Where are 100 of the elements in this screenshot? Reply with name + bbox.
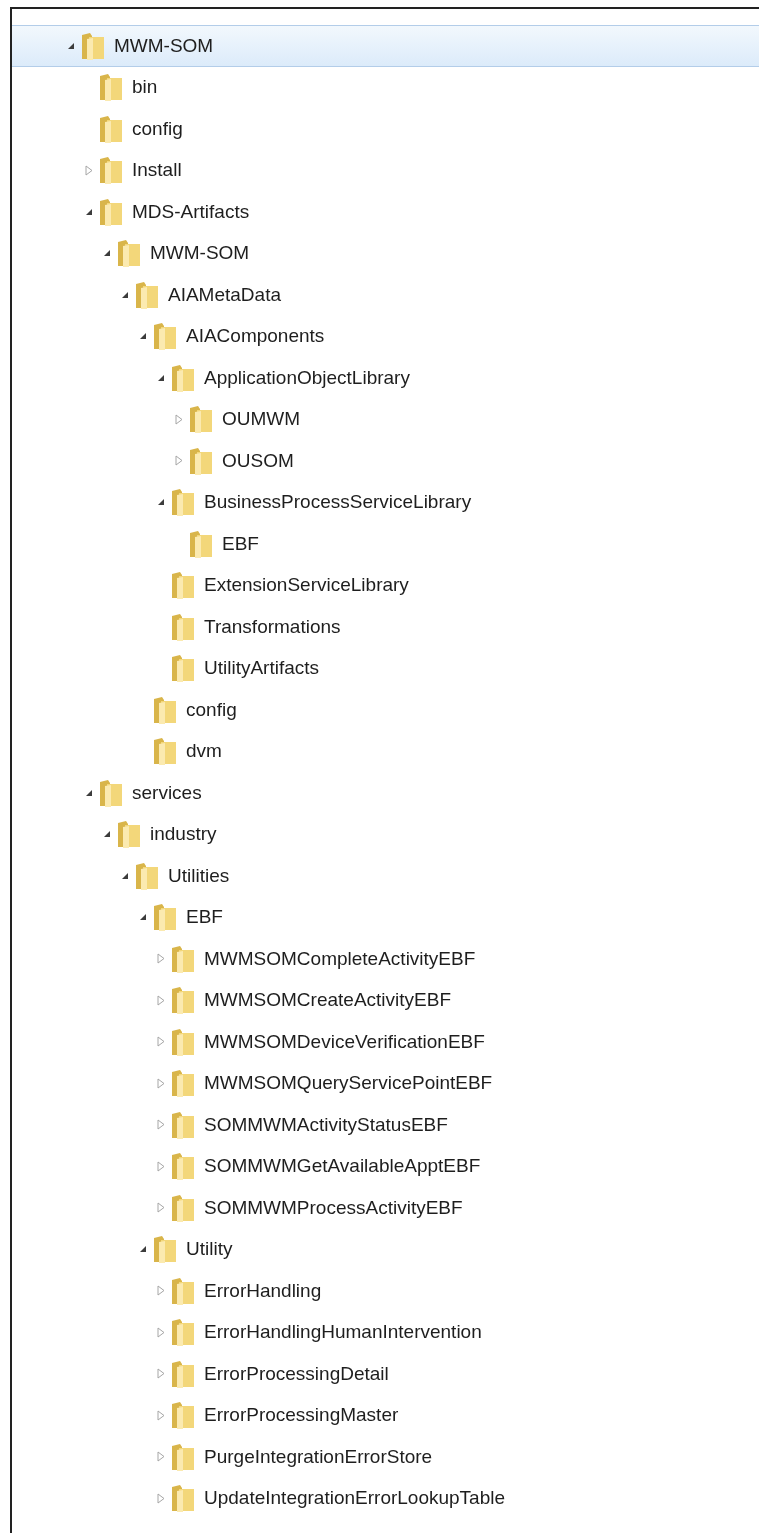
expanded-arrow-icon[interactable] [103, 249, 111, 258]
folder-icon [152, 736, 178, 767]
tree-item[interactable]: Install [12, 149, 759, 191]
folder-icon [170, 943, 196, 974]
tree-item[interactable]: Utility [12, 1228, 759, 1270]
folder-icon [170, 362, 196, 393]
tree-item[interactable]: AIAComponents [12, 315, 759, 357]
tree-item[interactable]: Utilities [12, 855, 759, 897]
folder-icon [188, 528, 214, 559]
collapsed-arrow-icon[interactable] [157, 1119, 165, 1131]
folder-icon [170, 1275, 196, 1306]
tree-item[interactable]: ErrorProcessingDetail [12, 1353, 759, 1395]
tree-item[interactable]: AIAMetaData [12, 274, 759, 316]
folder-icon [170, 653, 196, 684]
tree-item[interactable]: ErrorHandling [12, 1270, 759, 1312]
folder-icon [152, 1234, 178, 1265]
collapsed-arrow-icon[interactable] [157, 1409, 165, 1421]
folder-icon [170, 1151, 196, 1182]
tree-item[interactable]: OUMWM [12, 398, 759, 440]
collapsed-arrow-icon[interactable] [175, 413, 183, 425]
tree-item[interactable]: OUSOM [12, 440, 759, 482]
expanded-arrow-icon[interactable] [121, 290, 129, 299]
collapsed-arrow-icon[interactable] [157, 1285, 165, 1297]
folder-icon [170, 1358, 196, 1389]
expanded-arrow-icon[interactable] [67, 41, 75, 50]
tree-item[interactable]: bin [12, 66, 759, 108]
tree-item[interactable]: MWMSOMCompleteActivityEBF [12, 938, 759, 980]
tree-item[interactable]: MWMSOMCreateActivityEBF [12, 979, 759, 1021]
folder-icon [134, 860, 160, 891]
tree-item[interactable]: MWMSOMDeviceVerificationEBF [12, 1021, 759, 1063]
collapsed-arrow-icon[interactable] [157, 1492, 165, 1504]
expanded-arrow-icon[interactable] [85, 207, 93, 216]
folder-icon [170, 1192, 196, 1223]
folder-icon [98, 113, 124, 144]
tree-item[interactable]: dvm [12, 730, 759, 772]
tree-item[interactable]: MWM-SOM [12, 25, 759, 67]
tree-item[interactable]: SOMMWMProcessActivityEBF [12, 1187, 759, 1229]
tree-item[interactable]: ErrorProcessingMaster [12, 1394, 759, 1436]
folder-icon [170, 985, 196, 1016]
collapsed-arrow-icon[interactable] [157, 1451, 165, 1463]
folder-icon [134, 279, 160, 310]
expanded-arrow-icon[interactable] [139, 332, 147, 341]
folder-icon [98, 72, 124, 103]
folder-icon [170, 487, 196, 518]
folder-icon [170, 611, 196, 642]
expanded-arrow-icon[interactable] [85, 788, 93, 797]
tree-item[interactable]: SOMMWMGetAvailableApptEBF [12, 1145, 759, 1187]
folder-icon [170, 1441, 196, 1472]
expanded-arrow-icon[interactable] [103, 830, 111, 839]
collapsed-arrow-icon[interactable] [157, 1368, 165, 1380]
tree-item[interactable]: EBF [12, 896, 759, 938]
tree-item[interactable]: UpdateIntegrationErrorLookupTable [12, 1477, 759, 1519]
tree-item[interactable]: ErrorHandlingHumanIntervention [12, 1311, 759, 1353]
tree-item[interactable]: SOMMWMActivityStatusEBF [12, 1104, 759, 1146]
collapsed-arrow-icon[interactable] [85, 164, 93, 176]
expanded-arrow-icon[interactable] [139, 913, 147, 922]
folder-icon [170, 1317, 196, 1348]
collapsed-arrow-icon[interactable] [157, 1326, 165, 1338]
tree-item[interactable]: EBF [12, 523, 759, 565]
folder-icon [188, 445, 214, 476]
tree-item[interactable]: PurgeIntegrationErrorStore [12, 1436, 759, 1478]
collapsed-arrow-icon[interactable] [157, 1077, 165, 1089]
expanded-arrow-icon[interactable] [139, 1245, 147, 1254]
folder-icon [170, 1483, 196, 1514]
tree-item[interactable]: MWM-SOM [12, 232, 759, 274]
tree-item[interactable]: ApplicationObjectLibrary [12, 357, 759, 399]
folder-icon [98, 155, 124, 186]
folder-icon [152, 321, 178, 352]
folder-icon [170, 1068, 196, 1099]
folder-icon [170, 1026, 196, 1057]
folder-icon [152, 694, 178, 725]
expanded-arrow-icon[interactable] [121, 871, 129, 880]
collapsed-arrow-icon[interactable] [175, 455, 183, 467]
expanded-arrow-icon[interactable] [157, 498, 165, 507]
tree-item[interactable]: BusinessProcessServiceLibrary [12, 481, 759, 523]
tree-item[interactable]: industry [12, 813, 759, 855]
folder-icon [116, 238, 142, 269]
folder-icon [98, 777, 124, 808]
collapsed-arrow-icon[interactable] [157, 994, 165, 1006]
tree-item[interactable]: config [12, 108, 759, 150]
tree-item[interactable]: MWMSOMQueryServicePointEBF [12, 1062, 759, 1104]
collapsed-arrow-icon[interactable] [157, 953, 165, 965]
collapsed-arrow-icon[interactable] [157, 1160, 165, 1172]
tree-item[interactable]: UtilityArtifacts [12, 647, 759, 689]
tree-item[interactable]: Transformations [12, 606, 759, 648]
folder-icon [170, 1400, 196, 1431]
folder-icon [170, 570, 196, 601]
folder-icon [152, 902, 178, 933]
tree-item[interactable]: ExtensionServiceLibrary [12, 564, 759, 606]
collapsed-arrow-icon[interactable] [157, 1036, 165, 1048]
folder-icon [116, 819, 142, 850]
folder-icon [170, 1109, 196, 1140]
folder-icon [98, 196, 124, 227]
tree-item[interactable]: config [12, 689, 759, 731]
folder-icon [80, 30, 106, 61]
tree-item[interactable]: MDS-Artifacts [12, 191, 759, 233]
folder-icon [188, 404, 214, 435]
collapsed-arrow-icon[interactable] [157, 1202, 165, 1214]
tree-item[interactable]: services [12, 772, 759, 814]
expanded-arrow-icon[interactable] [157, 373, 165, 382]
